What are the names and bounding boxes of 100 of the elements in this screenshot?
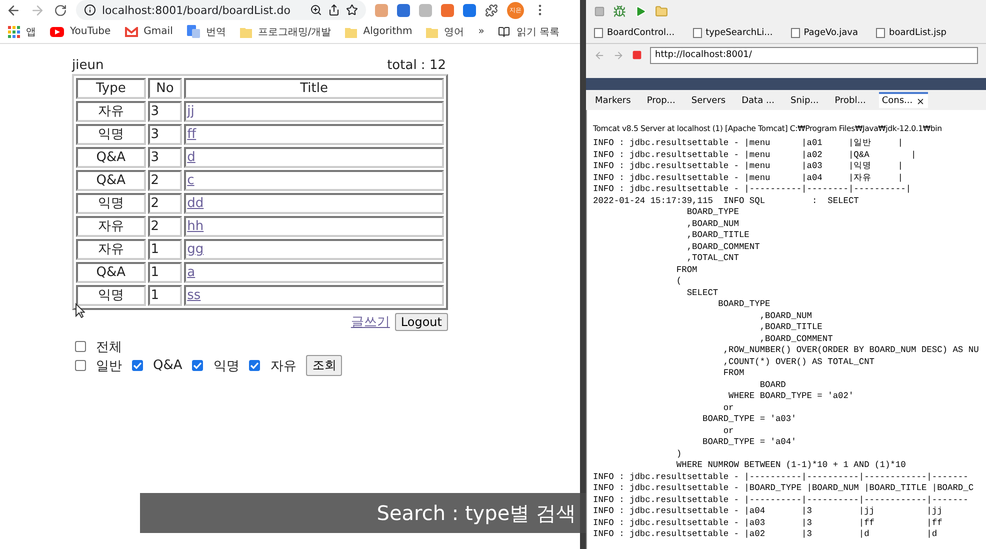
table-cell: 익명 bbox=[76, 193, 146, 214]
url-field[interactable]: http://localhost:8001/ bbox=[650, 46, 978, 64]
console-line: BOARD_TYPE bbox=[717, 299, 772, 310]
bookmark-link[interactable]: 프로그래밍/개발 bbox=[258, 24, 332, 38]
title-link[interactable]: d bbox=[187, 150, 196, 165]
checkbox[interactable] bbox=[249, 360, 260, 371]
extension-icon[interactable] bbox=[441, 4, 454, 16]
console-line: FROM bbox=[675, 264, 698, 276]
console-line: ,BOARD_NUM bbox=[686, 218, 740, 230]
console-line: INFO : jdbc.resultsettable - |a04 |3 |jj |jj bbox=[593, 506, 944, 518]
checkbox-label: Q&A bbox=[153, 358, 182, 373]
reload-icon[interactable] bbox=[54, 4, 67, 16]
checkbox-label: 익명 bbox=[213, 358, 240, 374]
column-header: Title bbox=[184, 78, 444, 99]
console-line: INFO : jdbc.resultsettable - |BOARD_TYPE |BOARD_NUM |BOARD_TITLE |BOARD_C bbox=[593, 483, 975, 494]
console-line: WHERE NUMROW BETWEEN (1-1)*10 + 1 AND (1)*10 bbox=[675, 460, 907, 472]
table-cell: 자유 bbox=[76, 239, 146, 260]
search-button[interactable]: 조회 bbox=[306, 355, 342, 376]
console-line: WHERE BOARD_TYPE = 'a02' bbox=[728, 391, 855, 402]
title-link[interactable]: ss bbox=[187, 288, 201, 303]
console-line: BOARD_TYPE = 'a04' bbox=[701, 437, 798, 448]
console-line: ,BOARD_NUM bbox=[758, 310, 813, 322]
table-cell: Q&A bbox=[76, 147, 146, 168]
share-icon[interactable] bbox=[328, 4, 340, 16]
bookmark-link[interactable]: 번역 bbox=[206, 24, 226, 38]
table-cell: 1 bbox=[148, 262, 182, 283]
bookmark-link[interactable]: 앱 bbox=[26, 24, 36, 38]
bookmark-link[interactable]: Gmail bbox=[144, 26, 173, 37]
bookmark-link[interactable]: 영어 bbox=[444, 24, 464, 38]
puzzle-icon[interactable] bbox=[485, 4, 498, 16]
view-tab[interactable]: Data ... bbox=[738, 92, 778, 108]
title-link[interactable]: dd bbox=[187, 196, 204, 211]
editor-tab[interactable]: boardList.jsp bbox=[889, 28, 947, 38]
title-link[interactable]: gg bbox=[187, 242, 204, 257]
console-line: BOARD bbox=[758, 380, 787, 391]
editor-tab[interactable]: BoardControl... bbox=[607, 28, 675, 38]
checkbox-label: 일반 bbox=[96, 358, 122, 374]
extension-icon[interactable] bbox=[463, 4, 476, 16]
view-tab[interactable]: Probl... bbox=[832, 92, 869, 108]
title-link[interactable]: a bbox=[187, 265, 196, 280]
close-icon[interactable] bbox=[916, 96, 925, 106]
column-header: Type bbox=[76, 78, 146, 99]
address-bar[interactable]: localhost:8001/board/boardList.do bbox=[76, 0, 366, 20]
extension-icon[interactable] bbox=[397, 4, 410, 16]
stop-icon[interactable] bbox=[594, 6, 605, 16]
folder-icon bbox=[426, 26, 438, 38]
folder-icon bbox=[240, 26, 252, 38]
bookmark-link[interactable]: YouTube bbox=[70, 26, 111, 37]
checkbox-label: 전체 bbox=[96, 338, 122, 356]
table-cell: Q&A bbox=[76, 170, 146, 191]
view-tab[interactable]: Snip... bbox=[788, 92, 822, 108]
console-line: INFO : jdbc.resultsettable - |menu |a03 |익명 | bbox=[593, 161, 904, 172]
checkbox[interactable] bbox=[75, 341, 86, 352]
checkbox[interactable] bbox=[192, 360, 204, 371]
star-icon[interactable] bbox=[346, 4, 358, 16]
bookmark-link[interactable]: Algorithm bbox=[363, 26, 412, 37]
more-bookmarks[interactable]: » bbox=[478, 26, 484, 37]
title-link[interactable]: jj bbox=[187, 104, 194, 119]
file-icon bbox=[594, 28, 603, 38]
title-link[interactable]: c bbox=[187, 173, 194, 188]
logout-button[interactable]: Logout bbox=[394, 313, 448, 331]
console-line: INFO : jdbc.resultsettable - |----------|----------|------------|------- bbox=[593, 494, 970, 506]
view-tab[interactable]: Prop... bbox=[644, 92, 678, 108]
table-cell: 2 bbox=[148, 170, 182, 191]
console-line: BOARD_TYPE bbox=[686, 207, 740, 218]
bug-icon[interactable] bbox=[613, 4, 626, 18]
console-line: INFO : jdbc.resultsettable - |menu |a02 |Q&A | bbox=[593, 150, 918, 161]
run-icon[interactable] bbox=[634, 4, 647, 18]
zoom-icon[interactable] bbox=[310, 4, 322, 16]
back-icon[interactable] bbox=[6, 2, 21, 18]
editor-tab[interactable]: PageVo.java bbox=[804, 28, 858, 38]
console-line: SELECT bbox=[686, 288, 720, 299]
console-line: INFO : jdbc.resultsettable - |----------|--------|----------| bbox=[593, 184, 912, 196]
console-line: INFO : jdbc.resultsettable - |menu |a01 |일반 | bbox=[593, 138, 904, 150]
stop-icon[interactable] bbox=[632, 50, 642, 60]
console-line: or bbox=[722, 426, 735, 437]
caption: Search : type별 검색 bbox=[140, 493, 586, 533]
file-icon bbox=[790, 28, 800, 38]
console-line: BOARD_TYPE = 'a03' bbox=[701, 414, 798, 426]
file-icon bbox=[876, 28, 886, 38]
checkbox[interactable] bbox=[75, 360, 86, 371]
editor-tab[interactable]: typeSearchLi... bbox=[706, 28, 773, 38]
write-link[interactable]: 글쓰기 bbox=[350, 313, 390, 331]
reading-list-link[interactable]: 읽기 목록 bbox=[516, 24, 560, 38]
translate-icon bbox=[186, 25, 200, 38]
title-link[interactable]: hh bbox=[187, 219, 204, 234]
view-tab[interactable]: Cons... bbox=[878, 92, 928, 108]
view-tab[interactable]: Servers bbox=[688, 92, 729, 108]
console-line: INFO : jdbc.resultsettable - |----------|----------|------------|------- bbox=[593, 472, 970, 483]
view-tab[interactable]: Markers bbox=[592, 92, 634, 108]
table-cell: 2 bbox=[148, 216, 182, 237]
info-icon bbox=[84, 4, 96, 16]
title-link[interactable]: ff bbox=[187, 127, 196, 142]
file-icon bbox=[692, 28, 702, 38]
checkbox[interactable] bbox=[132, 360, 143, 371]
cursor-icon bbox=[75, 303, 85, 318]
table-cell: 3 bbox=[148, 101, 182, 122]
folder-icon bbox=[345, 26, 358, 38]
console-line: ,BOARD_TITLE bbox=[758, 322, 824, 334]
url-text: localhost:8001/board/boardList.do bbox=[102, 4, 292, 16]
